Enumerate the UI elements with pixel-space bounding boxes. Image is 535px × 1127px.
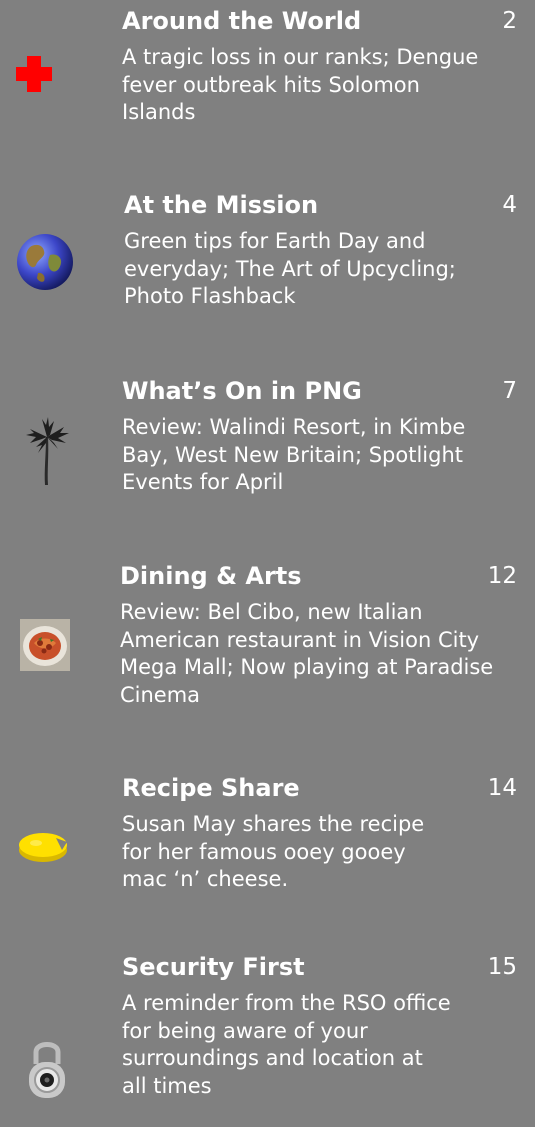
palm-tree-icon xyxy=(24,415,70,487)
toc-entry-whats-on-in-png[interactable]: What’s On in PNG 7 Review: Walindi Resor… xyxy=(0,371,535,521)
page-number: 4 xyxy=(502,192,517,218)
page-number: 14 xyxy=(487,775,517,801)
section-description: Review: Bel Cibo, new Italian American r… xyxy=(120,600,494,707)
section-description: Green tips for Earth Day and everyday; T… xyxy=(124,229,456,308)
toc-entry-around-the-world[interactable]: Around the World 2 A tragic loss in our … xyxy=(0,0,535,150)
globe-icon xyxy=(16,233,74,291)
page-number: 7 xyxy=(502,378,517,404)
section-description: A tragic loss in our ranks; Dengue fever… xyxy=(122,45,479,124)
section-description: A reminder from the RSO office for being… xyxy=(122,991,451,1098)
section-title: Security First xyxy=(122,953,305,981)
page-number: 15 xyxy=(487,954,517,980)
toc-entry-recipe-share[interactable]: Recipe Share 14 Susan May shares the rec… xyxy=(0,770,535,920)
section-title: Around the World xyxy=(122,7,362,35)
red-cross-icon xyxy=(16,56,52,92)
section-description: Review: Walindi Resort, in Kimbe Bay, We… xyxy=(122,415,466,494)
section-title: At the Mission xyxy=(124,191,319,219)
toc-entry-security-first[interactable]: Security First 15 A reminder from the RS… xyxy=(0,950,535,1127)
pasta-dish-icon xyxy=(20,619,70,671)
section-title: Dining & Arts xyxy=(120,562,302,590)
toc-entry-dining-and-arts[interactable]: Dining & Arts 12 Review: Bel Cibo, new I… xyxy=(0,557,535,742)
cheese-icon xyxy=(18,828,68,864)
section-title: What’s On in PNG xyxy=(122,377,362,405)
page-number: 2 xyxy=(502,8,517,34)
section-title: Recipe Share xyxy=(122,774,300,802)
page-number: 12 xyxy=(487,563,517,589)
toc-entry-at-the-mission[interactable]: At the Mission 4 Green tips for Earth Da… xyxy=(0,185,535,335)
padlock-icon xyxy=(26,1038,68,1100)
table-of-contents: Around the World 2 A tragic loss in our … xyxy=(0,0,535,1127)
section-description: Susan May shares the recipe for her famo… xyxy=(122,812,425,891)
